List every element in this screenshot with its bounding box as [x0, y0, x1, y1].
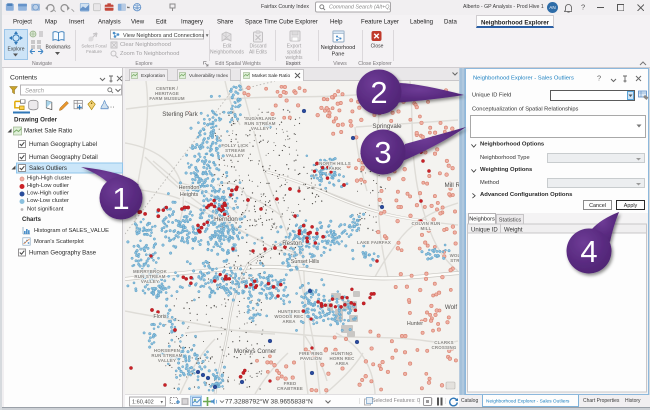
svg-text:Sunset Hills: Sunset Hills: [291, 259, 320, 265]
svg-text:STR: STR: [450, 258, 459, 263]
svg-text:Wolf: Wolf: [445, 304, 458, 311]
svg-text:AREA: AREA: [282, 319, 296, 324]
svg-text:MILL: MILL: [420, 226, 431, 231]
svg-text:PAVILION: PAVILION: [300, 356, 322, 361]
svg-text:Herndon: Herndon: [214, 216, 238, 223]
svg-text:Sterling Park: Sterling Park: [162, 111, 198, 118]
svg-text:VALLEY: VALLEY: [251, 126, 269, 131]
svg-text:Heights: Heights: [180, 192, 199, 198]
svg-text:Reston: Reston: [282, 240, 302, 247]
svg-text:AREA: AREA: [335, 361, 349, 366]
svg-text:LAKE FAIRFAX: LAKE FAIRFAX: [357, 240, 391, 245]
svg-text:CROSSING: CROSSING: [431, 345, 456, 350]
svg-text:Herndon: Herndon: [179, 185, 200, 191]
svg-text:VALLEY: VALLEY: [141, 279, 159, 284]
svg-text:Floris: Floris: [153, 314, 166, 320]
svg-text:Springvale: Springvale: [372, 123, 402, 130]
svg-text:VALLEY: VALLEY: [226, 153, 244, 158]
svg-text:VALLEY: VALLEY: [158, 358, 176, 363]
svg-text:Hunter: Hunter: [407, 321, 423, 327]
svg-text:CRABTREE: CRABTREE: [277, 386, 303, 391]
svg-text:Moneys Corner: Moneys Corner: [234, 348, 276, 355]
svg-text:PARK: PARK: [329, 166, 343, 171]
svg-text:FARM MUSEUM: FARM MUSEUM: [149, 96, 185, 101]
svg-text:Mill Ru: Mill Ru: [445, 182, 459, 189]
